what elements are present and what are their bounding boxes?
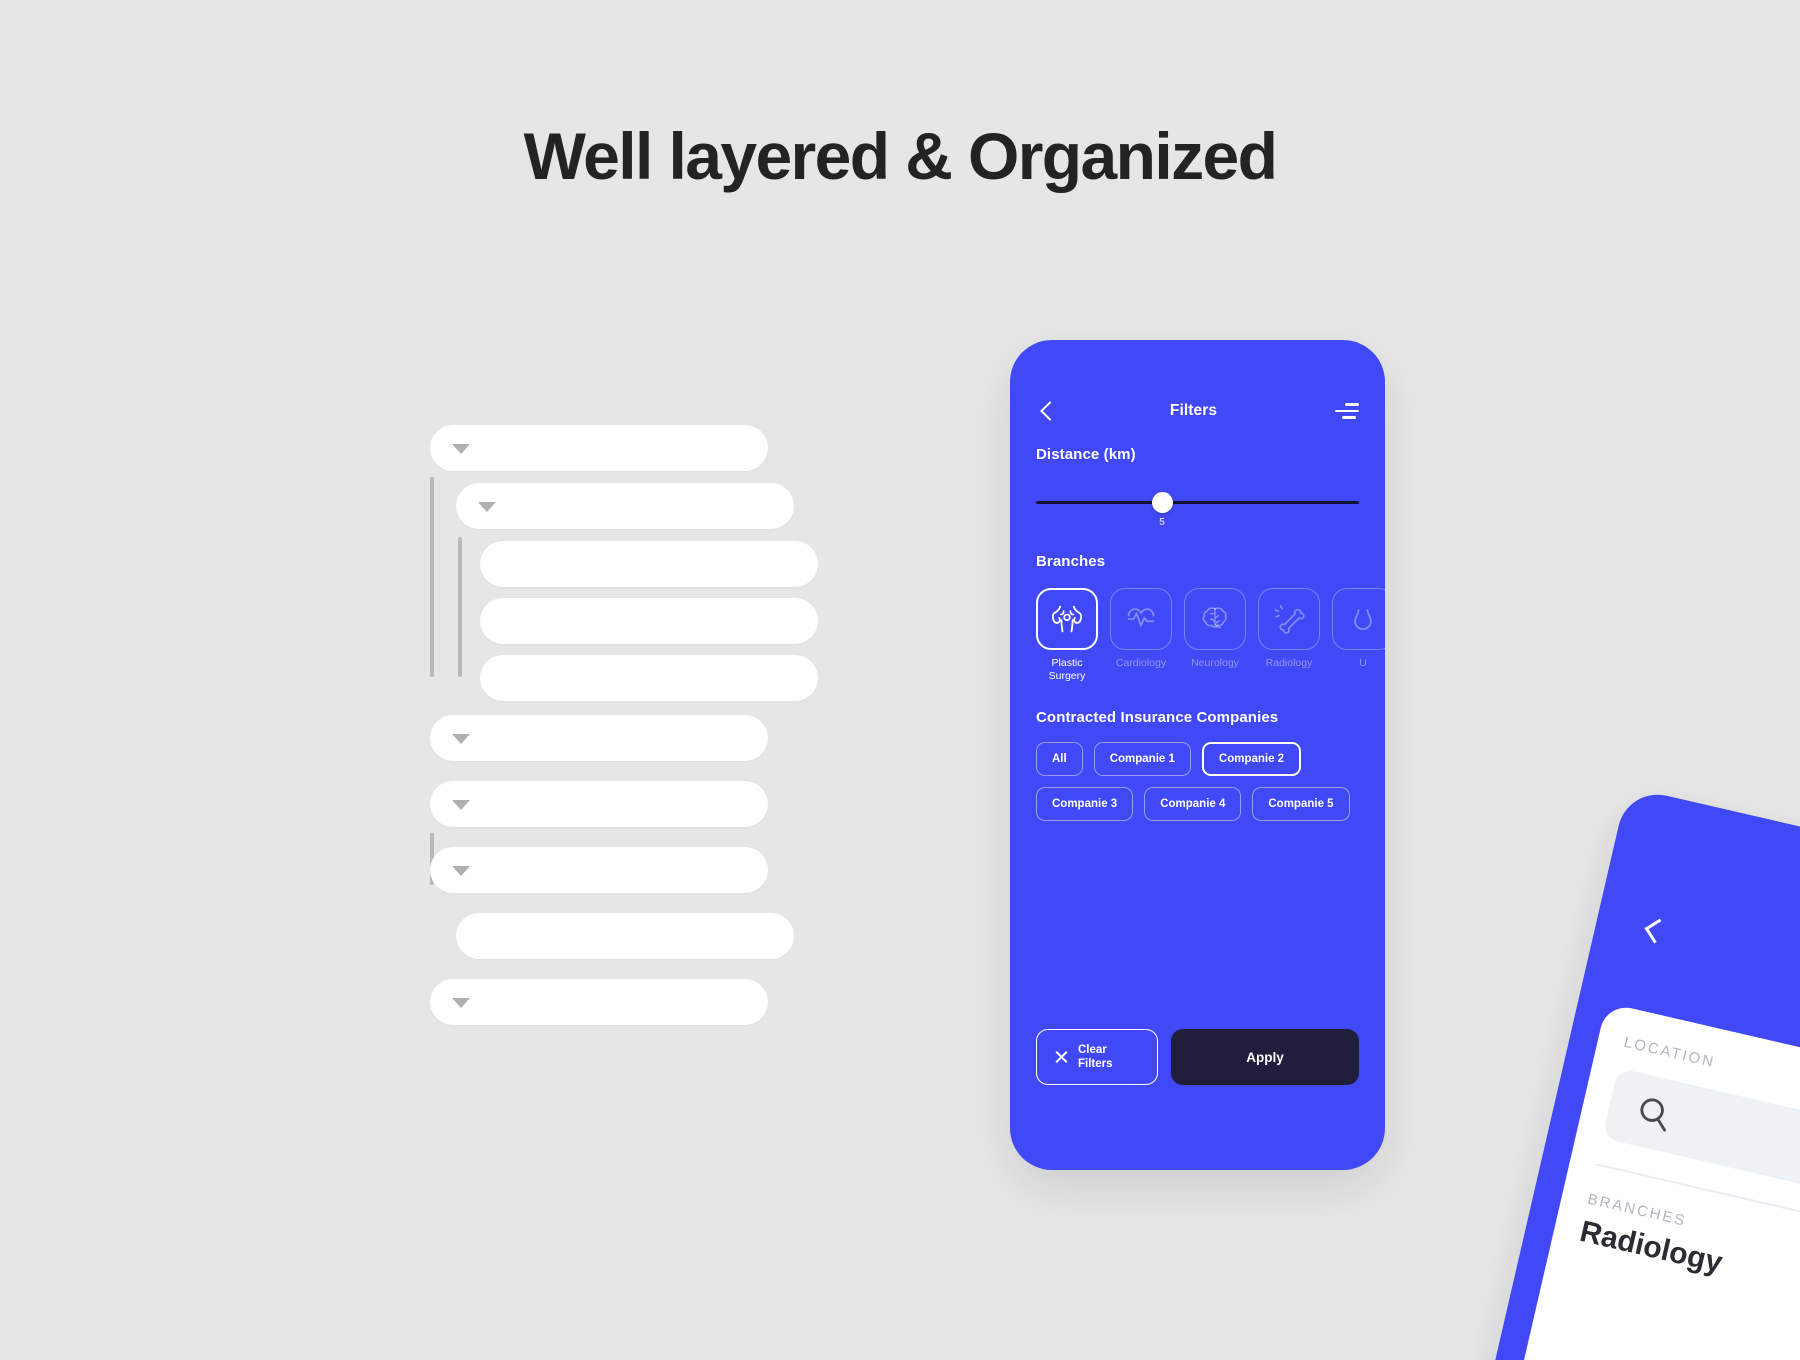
tree-row[interactable]: [430, 781, 768, 827]
distance-section-label: Distance (km): [1036, 446, 1136, 463]
insurance-chip-companie-3[interactable]: Companie 3: [1036, 787, 1134, 821]
brain-icon: [1202, 607, 1227, 629]
tree-row[interactable]: [430, 715, 768, 761]
branch-item-radiology[interactable]: Radiology: [1258, 588, 1320, 683]
filter-lines-icon[interactable]: [1335, 402, 1359, 420]
branch-tile[interactable]: [1184, 588, 1246, 650]
tree-guide-level2: [458, 537, 462, 677]
branch-tile[interactable]: [1258, 588, 1320, 650]
tree-row[interactable]: [456, 483, 794, 529]
search-icon: [1640, 1098, 1667, 1132]
branch-item-plastic-surgery[interactable]: Plastic Surgery: [1036, 588, 1098, 683]
phone-footer: Clear Filters Apply: [1036, 1029, 1359, 1085]
tree-row[interactable]: [430, 979, 768, 1025]
chevron-left-icon[interactable]: [1638, 914, 1669, 945]
page-header-title: Filters: [1169, 402, 1218, 419]
chevron-down-icon[interactable]: [452, 734, 470, 744]
insurance-chip-companie-4[interactable]: Companie 4: [1144, 787, 1242, 821]
tree-row[interactable]: [430, 425, 768, 471]
branch-label: Plastic Surgery: [1048, 657, 1086, 682]
chevron-down-icon[interactable]: [478, 502, 496, 512]
close-x-icon: [1054, 1050, 1069, 1065]
tree-guide-level1: [430, 477, 434, 677]
branch-tile[interactable]: [1036, 588, 1098, 650]
tree-row[interactable]: [480, 655, 818, 701]
chevron-down-icon[interactable]: [452, 866, 470, 876]
clear-filters-label: Clear Filters: [1078, 1044, 1113, 1070]
search-input[interactable]: [1601, 1067, 1800, 1195]
bone-icon: [1274, 605, 1305, 634]
branch-item-urology[interactable]: U: [1332, 588, 1385, 683]
branch-label: Cardiology: [1115, 657, 1167, 669]
slider-thumb[interactable]: [1152, 492, 1174, 513]
phone-header: Filters: [1010, 392, 1385, 430]
insurance-chip-companie-5[interactable]: Companie 5: [1252, 787, 1350, 821]
insurance-chip-companie-2[interactable]: Companie 2: [1201, 742, 1302, 776]
secondary-phone-card: LOCATION BRANCHES Radiology: [1512, 1002, 1800, 1360]
phone-body: Distance (km) 5 Branches Plastic Surgery…: [1010, 446, 1385, 821]
branch-label: U: [1359, 657, 1367, 669]
screenshot-canvas: Well layered & Organized Filters Distanc…: [0, 0, 1800, 1360]
layer-tree-wireframe: [430, 425, 890, 1025]
page-title: Well layered & Organized: [523, 119, 1278, 193]
apply-button[interactable]: Apply: [1171, 1029, 1359, 1085]
chevron-left-icon[interactable]: [1036, 400, 1058, 422]
filters-phone-mockup: Filters Distance (km) 5 Branches Plastic…: [1010, 340, 1385, 1170]
secondary-phone-frame: LOCATION BRANCHES Radiology: [1488, 786, 1800, 1360]
tree-row[interactable]: [430, 847, 768, 893]
heart-pulse-icon: [1127, 608, 1155, 627]
branch-tile[interactable]: [1332, 588, 1385, 650]
secondary-phone-mockup: LOCATION BRANCHES Radiology: [1488, 786, 1800, 1360]
insurance-chip-companie-1[interactable]: Companie 1: [1093, 742, 1191, 776]
insurance-section-label: Contracted Insurance Companies: [1036, 709, 1279, 726]
tree-row[interactable]: [456, 913, 794, 959]
urology-icon: [1354, 609, 1372, 630]
chevron-down-icon[interactable]: [452, 444, 470, 454]
torso-icon: [1052, 605, 1082, 633]
branch-label: Radiology: [1265, 657, 1313, 669]
chevron-down-icon[interactable]: [452, 998, 470, 1008]
branch-item-cardiology[interactable]: Cardiology: [1110, 588, 1172, 683]
branches-strip[interactable]: Plastic Surgery Cardiology Neurology Rad…: [1036, 588, 1385, 683]
branch-item-neurology[interactable]: Neurology: [1184, 588, 1246, 683]
branch-tile[interactable]: [1110, 588, 1172, 650]
branch-label: Neurology: [1191, 657, 1239, 669]
tree-row[interactable]: [480, 598, 818, 644]
clear-filters-button[interactable]: Clear Filters: [1036, 1029, 1158, 1085]
chevron-down-icon[interactable]: [452, 800, 470, 810]
insurance-chip-all[interactable]: All: [1036, 742, 1083, 776]
branches-section-label: Branches: [1036, 553, 1106, 570]
insurance-chip-group[interactable]: All Companie 1 Companie 2 Companie 3 Com…: [1036, 742, 1361, 821]
distance-slider[interactable]: 5: [1036, 487, 1359, 531]
tree-row[interactable]: [480, 541, 818, 587]
slider-track[interactable]: [1036, 501, 1359, 505]
slider-value-label: 5: [1159, 517, 1165, 528]
